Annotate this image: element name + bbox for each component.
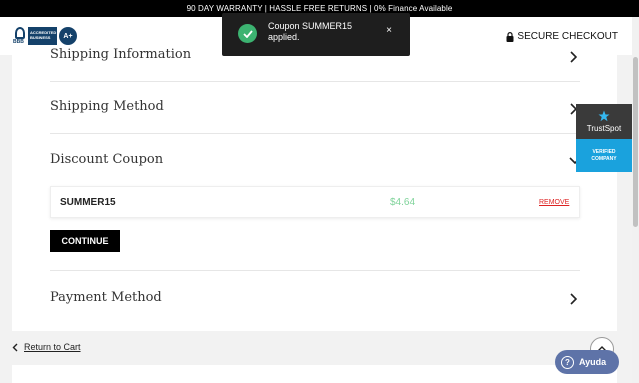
toast-message: Coupon SUMMER15 applied. [268,21,353,42]
section-shipping-information[interactable]: Shipping Information [50,47,191,62]
secure-checkout: SECURE CHECKOUT [506,31,618,42]
chevron-right-icon[interactable] [569,51,577,63]
trustspot-verified: VERIFIED [592,148,616,155]
help-button[interactable]: ? Ayuda [555,350,619,374]
section-shipping-method[interactable]: Shipping Method [50,99,164,114]
bbb-logo-icon: BBB [13,26,27,46]
trustspot-star-icon [598,110,610,122]
secure-checkout-label: SECURE CHECKOUT [517,31,618,42]
chevron-right-icon[interactable] [569,293,577,305]
order-summary-card [12,365,617,383]
bbb-accredited-text: ACCREDITED BUSINESS [28,27,57,45]
coupon-amount: $4.64 [390,197,416,208]
close-icon[interactable]: × [386,25,392,36]
check-circle-icon [238,24,257,43]
divider [50,270,580,271]
page-scrollbar[interactable] [632,17,639,383]
coupon-code: SUMMER15 [60,197,116,208]
trustspot-name: TrustSpot [586,124,622,133]
continue-button[interactable]: CONTINUE [50,230,120,252]
section-payment-method[interactable]: Payment Method [50,290,162,305]
bbb-short: BBB [13,39,24,45]
trustspot-badge[interactable]: TrustSpot VERIFIED COMPANY [576,104,632,172]
return-to-cart-label: Return to Cart [24,342,81,352]
applied-coupon-row: SUMMER15 $4.64 REMOVE [50,186,580,218]
section-discount-coupon[interactable]: Discount Coupon [50,152,163,167]
checkout-card: Shipping Information Shipping Method Dis… [12,47,617,331]
chevron-left-icon [12,343,18,351]
scrollbar-thumb[interactable] [633,57,638,227]
lock-icon [506,31,514,42]
coupon-toast: Coupon SUMMER15 applied. × [222,13,410,56]
divider [50,133,580,134]
trustspot-company: COMPANY [591,155,617,162]
bbb-grade: A+ [59,27,77,45]
return-to-cart-link[interactable]: Return to Cart [12,342,81,352]
remove-coupon-link[interactable]: REMOVE [539,199,569,206]
help-label: Ayuda [579,357,607,367]
divider [50,81,580,82]
bbb-badge[interactable]: BBB ACCREDITED BUSINESS A+ [13,26,77,46]
question-icon: ? [561,355,574,369]
